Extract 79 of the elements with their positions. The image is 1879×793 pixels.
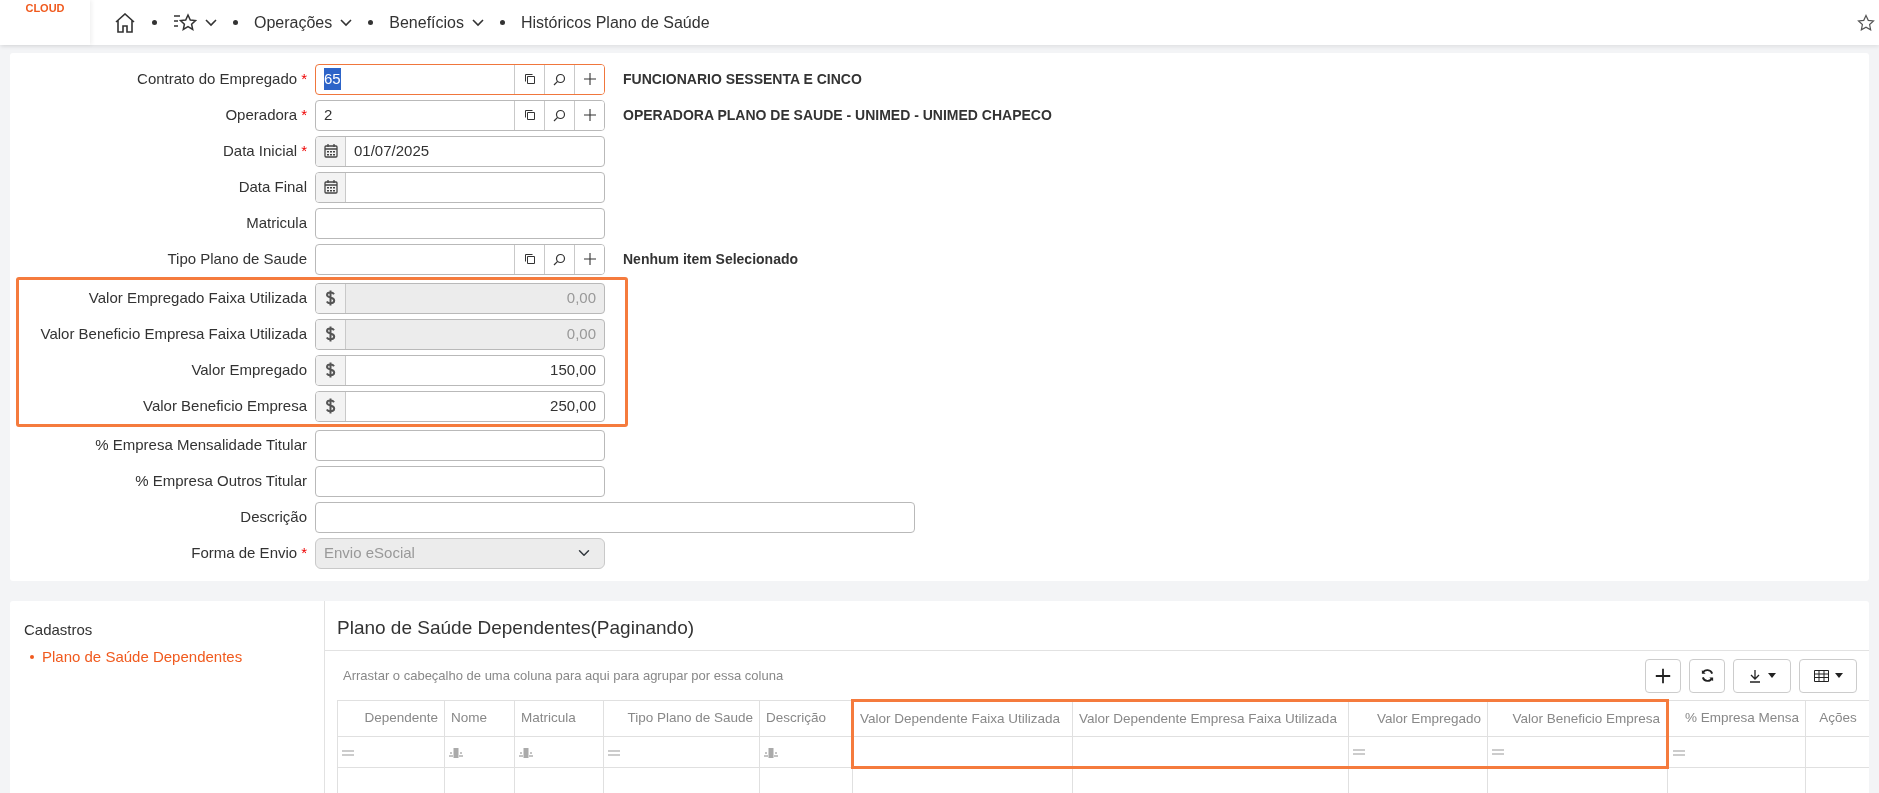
field-label: Data Inicial *: [221, 140, 308, 161]
lookup-description: Nenhum item Selecionado: [623, 249, 799, 269]
field-label: Descrição: [239, 506, 308, 527]
home-icon[interactable]: [114, 13, 136, 34]
field-label: Forma de Envio *: [190, 542, 308, 563]
breadcrumb-menu[interactable]: Benefícios: [389, 10, 484, 35]
field-label: Valor Beneficio Empresa: [142, 395, 308, 416]
column-header[interactable]: Nome: [444, 700, 515, 737]
search-icon[interactable]: [553, 108, 566, 122]
favorite-star-icon[interactable]: [1857, 13, 1875, 32]
input-field[interactable]: [315, 207, 605, 239]
columns-button[interactable]: [1799, 658, 1857, 693]
calendar-icon[interactable]: [323, 180, 338, 194]
dollar-icon: [325, 362, 336, 378]
chevron-icon: [205, 18, 217, 27]
field-label: Matricula: [245, 212, 308, 233]
currency-field: 0,00: [315, 318, 605, 350]
dollar-icon: [325, 290, 336, 306]
field-label: Valor Empregado: [190, 359, 308, 380]
breadcrumb-menu[interactable]: Operações: [254, 10, 353, 35]
column-header[interactable]: Valor Dependente Empresa Faixa Utilizada: [1072, 700, 1349, 737]
field-label: Tipo Plano de Saude: [166, 248, 308, 269]
breadcrumb-current: Históricos Plano de Saúde: [521, 12, 710, 33]
currency-field: 0,00: [315, 282, 605, 314]
input-field[interactable]: [315, 429, 605, 461]
copy-icon[interactable]: [523, 253, 536, 265]
field-label: Valor Empregado Faixa Utilizada: [87, 287, 308, 308]
section-title: Cadastros: [24, 620, 94, 640]
plus-icon[interactable]: [583, 73, 596, 85]
dollar-icon: [325, 326, 336, 342]
search-icon[interactable]: [553, 72, 566, 86]
lookup-field[interactable]: 65: [315, 63, 605, 95]
plus-icon[interactable]: [583, 109, 596, 121]
column-header[interactable]: Valor Dependente Faixa Utilizada: [852, 700, 1073, 737]
input-field[interactable]: [315, 465, 605, 497]
caret-icon: [1768, 673, 1776, 679]
chevron-icon: [472, 18, 484, 27]
logo-text: CLOUD: [25, 3, 65, 14]
chevron-icon: [340, 18, 353, 27]
copy-icon[interactable]: [523, 73, 536, 85]
column-header[interactable]: % Empresa Mensa: [1667, 700, 1806, 737]
field-label: Operadora *: [224, 104, 308, 125]
column-header[interactable]: Ações: [1805, 700, 1869, 737]
field-label: Contrato do Empregado *: [136, 68, 308, 89]
select-field: Envio eSocial: [315, 537, 605, 569]
table-icon: [1813, 669, 1829, 682]
lookup-description: FUNCIONARIO SESSENTA E CINCO: [623, 69, 862, 89]
favorites-list-icon: [173, 12, 197, 33]
lookup-field[interactable]: 2: [315, 99, 605, 131]
column-header[interactable]: Matricula: [514, 700, 604, 737]
date-field[interactable]: [315, 171, 605, 203]
lookup-description: OPERADORA PLANO DE SAUDE - UNIMED - UNIMED CHAPECO: [623, 105, 1052, 125]
column-header[interactable]: Tipo Plano de Saude: [603, 700, 760, 737]
field-label: Valor Beneficio Empresa Faixa Utilizada: [39, 323, 308, 344]
lookup-field[interactable]: [315, 243, 605, 275]
column-header[interactable]: Descrição: [759, 700, 853, 737]
favorites-menu[interactable]: [173, 12, 217, 33]
plus-icon[interactable]: [583, 253, 596, 265]
download-icon: [1748, 668, 1762, 683]
calendar-icon[interactable]: [323, 144, 338, 158]
column-header[interactable]: Dependente: [337, 700, 445, 737]
field-label: % Empresa Mensalidade Titular: [94, 434, 308, 455]
column-header[interactable]: Valor Empregado: [1348, 700, 1488, 737]
export-button[interactable]: [1733, 658, 1791, 693]
date-field[interactable]: 01/07/2025: [315, 135, 605, 167]
refresh-button[interactable]: [1689, 658, 1725, 693]
copy-icon[interactable]: [523, 109, 536, 121]
refresh-icon: [1699, 668, 1715, 684]
field-label: Data Final: [237, 176, 308, 197]
search-icon[interactable]: [553, 252, 566, 266]
input-field[interactable]: [315, 501, 915, 533]
field-label: % Empresa Outros Titular: [134, 470, 308, 491]
grid-title: Plano de Saúde Dependentes(Paginando): [325, 601, 1869, 651]
sidebar-link[interactable]: Plano de Saúde Dependentes: [24, 645, 310, 668]
column-header[interactable]: Valor Beneficio Empresa: [1487, 700, 1668, 737]
add-button[interactable]: [1645, 658, 1681, 693]
caret-icon: [1834, 673, 1843, 679]
group-hint: Arrastar o cabeçalho de uma coluna para aqui para agrupar por essa coluna: [343, 667, 784, 686]
dollar-icon: [325, 398, 336, 414]
